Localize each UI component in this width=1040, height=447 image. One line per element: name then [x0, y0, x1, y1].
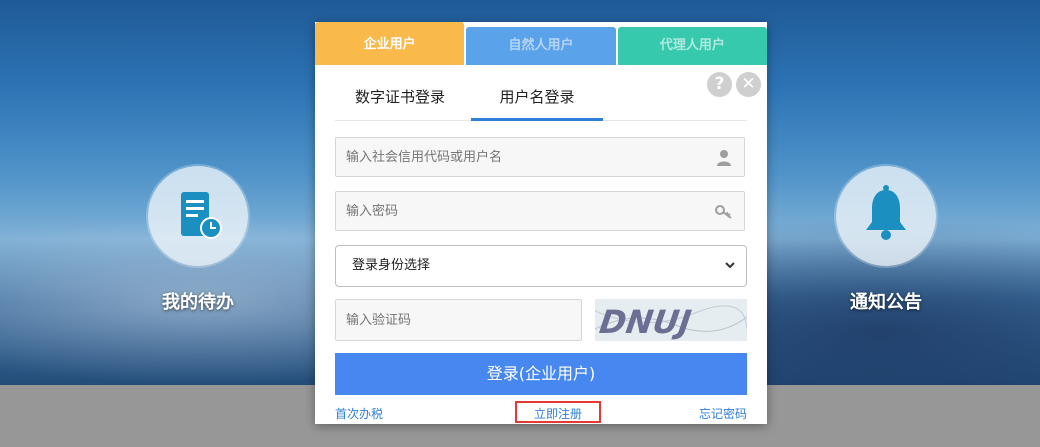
captcha-image[interactable]: DNUJ	[594, 299, 748, 341]
username-input[interactable]	[336, 138, 706, 176]
captcha-field[interactable]	[335, 299, 582, 341]
user-type-tabs: 企业用户 自然人用户 代理人用户	[315, 22, 767, 65]
tab-enterprise-user[interactable]: 企业用户	[315, 22, 465, 65]
bottom-links: 首次办税 立即注册 忘记密码	[335, 401, 747, 423]
login-modal: 企业用户 自然人用户 代理人用户 ? ✕ 数字证书登录 用户名登录 登录身份选择	[315, 22, 767, 424]
password-field[interactable]	[335, 191, 745, 231]
register-link[interactable]: 立即注册	[515, 401, 601, 423]
todo-circle	[148, 166, 248, 266]
first-tax-link[interactable]: 首次办税	[335, 405, 383, 422]
chevron-down-icon	[725, 262, 735, 269]
forgot-password-link[interactable]: 忘记密码	[699, 405, 747, 422]
user-icon	[717, 150, 731, 166]
login-button[interactable]: 登录(企业用户)	[335, 353, 747, 395]
todo-label: 我的待办	[162, 292, 234, 313]
key-icon	[715, 205, 732, 219]
role-select[interactable]: 登录身份选择	[335, 245, 747, 287]
tab-natural-person-user[interactable]: 自然人用户	[466, 27, 616, 65]
tab-username-login[interactable]: 用户名登录	[471, 82, 603, 121]
notice-circle	[836, 166, 936, 266]
captcha-input[interactable]	[336, 300, 576, 340]
login-method-tabs: 数字证书登录 用户名登录	[335, 82, 747, 121]
notice-label: 通知公告	[850, 292, 922, 313]
tab-certificate-login[interactable]: 数字证书登录	[355, 82, 445, 118]
bell-icon	[866, 185, 906, 240]
captcha-text: DNUJ	[597, 303, 694, 341]
username-field[interactable]	[335, 137, 745, 177]
role-select-value: 登录身份选择	[352, 258, 431, 273]
feature-notice[interactable]: 通知公告	[831, 166, 941, 314]
captcha-graphic: DNUJ	[594, 303, 748, 341]
tab-agent-user[interactable]: 代理人用户	[617, 27, 767, 65]
feature-todo[interactable]: 我的待办	[143, 166, 253, 314]
document-clock-icon	[181, 192, 222, 239]
password-input[interactable]	[336, 192, 706, 230]
